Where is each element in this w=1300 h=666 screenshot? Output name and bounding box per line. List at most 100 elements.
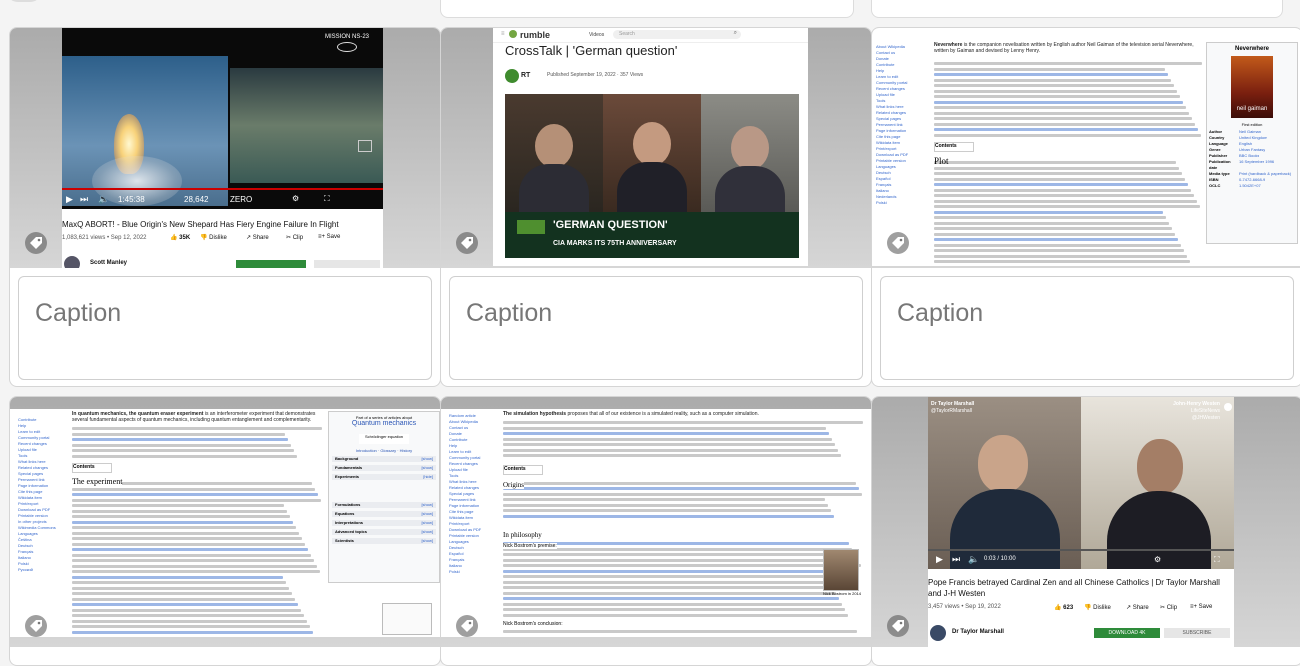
experiment-heading: The experiment	[72, 477, 123, 486]
caption-placeholder: Caption	[466, 299, 553, 327]
tag-icon[interactable]	[25, 615, 47, 637]
sidebar-link[interactable]: Polski	[876, 200, 928, 206]
card-thumbnail[interactable]: MISSION NS-23 ▶ ⏭ 🔈 1:45:38 28,642 ZERO …	[10, 28, 440, 268]
next-icon[interactable]: ⏭	[80, 194, 88, 205]
text-line	[72, 531, 299, 535]
navbox-toggle[interactable]: [show]	[421, 538, 433, 544]
dislike-button[interactable]: 👎 Dislike	[1084, 604, 1111, 611]
rt-avatar[interactable]	[505, 69, 519, 83]
miniplayer-icon[interactable]	[358, 140, 372, 152]
contents-box[interactable]: Contents	[934, 142, 974, 152]
channel-avatar[interactable]	[930, 625, 946, 641]
navbox-row[interactable]: Equations [show]	[332, 511, 436, 517]
text-line	[72, 597, 295, 601]
gallery-card[interactable]: Random article About Wikipedia Contact us D…	[440, 396, 872, 666]
gallery-card[interactable]: Contribute Help Learn to edit Community por…	[9, 396, 441, 666]
fullscreen-icon[interactable]: ⛶	[324, 194, 330, 204]
gallery-card[interactable]: Dr Taylor Marshall @TaylorRMarshall John…	[871, 396, 1300, 666]
subscribe-button[interactable]: SUBSCRIBE	[1164, 628, 1230, 638]
card-thumbnail[interactable]: About Wikipedia Contact us Donate Contribut…	[872, 28, 1300, 268]
navbox-row[interactable]: Experiments [hide]	[332, 474, 436, 480]
navbox-row[interactable]: Interpretations [show]	[332, 520, 436, 526]
card-thumbnail[interactable]: Random article About Wikipedia Contact us D…	[441, 397, 871, 647]
download-button[interactable]	[236, 260, 306, 268]
volume-icon[interactable]: 🔈	[98, 194, 109, 205]
next-icon[interactable]: ⏭	[952, 554, 960, 565]
navbox-row[interactable]: Scientists [show]	[332, 538, 436, 544]
gallery-card[interactable]: ≡ rumble Videos Search ⌕ CrossTalk | 'Ge…	[440, 27, 872, 387]
tag-icon[interactable]	[25, 232, 47, 254]
save-button[interactable]: ≡+ Save	[318, 234, 340, 240]
sidebar-link[interactable]: Polski	[449, 569, 501, 575]
navbox-toggle[interactable]: [show]	[421, 529, 433, 535]
video-player[interactable]: 'GERMAN QUESTION' CIA MARKS ITS 75TH ANN…	[505, 94, 799, 258]
text-line	[503, 580, 830, 584]
navbox-toggle[interactable]: [show]	[421, 511, 433, 517]
navbox-title[interactable]: Quantum mechanics	[329, 420, 439, 427]
card-thumbnail[interactable]: ≡ rumble Videos Search ⌕ CrossTalk | 'Ge…	[441, 28, 871, 268]
channel-name[interactable]: Dr Taylor Marshall	[952, 629, 1004, 635]
bostrom-photo[interactable]	[823, 549, 859, 591]
subscribe-button[interactable]	[314, 260, 380, 268]
menu-icon[interactable]: ≡	[501, 31, 505, 37]
navbox-row[interactable]: Advanced topics [show]	[332, 529, 436, 535]
previous-card-edge	[871, 0, 1283, 18]
clip-button[interactable]: ✂ Clip	[286, 234, 303, 241]
channel-name[interactable]: Scott Manley	[90, 260, 127, 266]
video-player[interactable]: Dr Taylor Marshall @TaylorRMarshall John…	[928, 397, 1234, 569]
dislike-button[interactable]: 👎 Dislike	[200, 234, 227, 241]
gallery-card[interactable]: About Wikipedia Contact us Donate Contribut…	[871, 27, 1300, 387]
tag-icon[interactable]	[887, 232, 909, 254]
book-cover[interactable]: neil gaiman	[1231, 56, 1273, 118]
video-title[interactable]: Pope Francis betrayed Cardinal Zen and a…	[928, 577, 1234, 599]
text-line	[934, 227, 1172, 230]
tag-icon[interactable]	[456, 615, 478, 637]
caption-input[interactable]: Caption	[880, 276, 1294, 380]
card-thumbnail[interactable]: Dr Taylor Marshall @TaylorRMarshall John…	[872, 397, 1300, 647]
contents-box[interactable]: Contents	[72, 463, 112, 473]
search-input[interactable]: Search ⌕	[613, 30, 741, 39]
search-icon[interactable]: ⌕	[734, 30, 737, 37]
navbox-row[interactable]: Formulations [show]	[332, 502, 436, 508]
navbox-row[interactable]: Fundamentals [show]	[332, 465, 436, 471]
progress-bar[interactable]	[928, 549, 1234, 551]
volume-icon[interactable]: 🔈	[968, 554, 979, 565]
download-button[interactable]: DOWNLOAD 4K	[1094, 628, 1160, 638]
tag-icon[interactable]	[887, 615, 909, 637]
like-button[interactable]: 👍 35K	[170, 234, 190, 241]
navbox-links[interactable]: Introduction · Glossary · History	[329, 448, 439, 453]
navbox-toggle[interactable]: [show]	[421, 456, 433, 462]
video-title[interactable]: MaxQ ABORT! - Blue Origin's New Shepard …	[62, 220, 383, 229]
videos-nav[interactable]: Videos	[589, 32, 604, 38]
text-line	[72, 454, 297, 458]
navbox-toggle[interactable]: [hide]	[423, 474, 433, 480]
tag-icon[interactable]	[456, 232, 478, 254]
navbox-toggle[interactable]: [show]	[421, 465, 433, 471]
play-icon[interactable]: ▶	[936, 554, 943, 565]
channel-name[interactable]: RT	[521, 72, 530, 79]
caption-input[interactable]: Caption	[449, 276, 863, 380]
navbox-toggle[interactable]: [show]	[421, 520, 433, 526]
text-line	[503, 426, 826, 430]
share-button[interactable]: ↗ Share	[246, 234, 269, 241]
info-icon[interactable]	[1224, 403, 1232, 411]
card-thumbnail[interactable]: Contribute Help Learn to edit Community por…	[10, 397, 440, 647]
channel-avatar[interactable]	[64, 256, 80, 268]
sidebar-link[interactable]: Русский	[18, 567, 70, 573]
contents-box[interactable]: Contents	[503, 465, 543, 475]
settings-icon[interactable]: ⚙	[292, 194, 299, 203]
navbox-row[interactable]: Background [show]	[332, 456, 436, 462]
clip-button[interactable]: ✂ Clip	[1160, 604, 1177, 611]
like-button[interactable]: 👍 623	[1054, 604, 1073, 611]
caption-input[interactable]: Caption	[18, 276, 432, 380]
gallery-card[interactable]: MISSION NS-23 ▶ ⏭ 🔈 1:45:38 28,642 ZERO …	[9, 27, 441, 387]
settings-icon[interactable]: ⚙	[1154, 555, 1161, 564]
progress-bar[interactable]	[62, 188, 383, 190]
fullscreen-icon[interactable]: ⛶	[1214, 555, 1220, 565]
text-line	[503, 421, 863, 424]
play-icon[interactable]: ▶	[66, 194, 73, 205]
save-button[interactable]: ≡+ Save	[1190, 604, 1212, 610]
share-button[interactable]: ↗ Share	[1126, 604, 1149, 611]
rumble-logo[interactable]: rumble	[520, 30, 550, 40]
navbox-toggle[interactable]: [show]	[421, 502, 433, 508]
